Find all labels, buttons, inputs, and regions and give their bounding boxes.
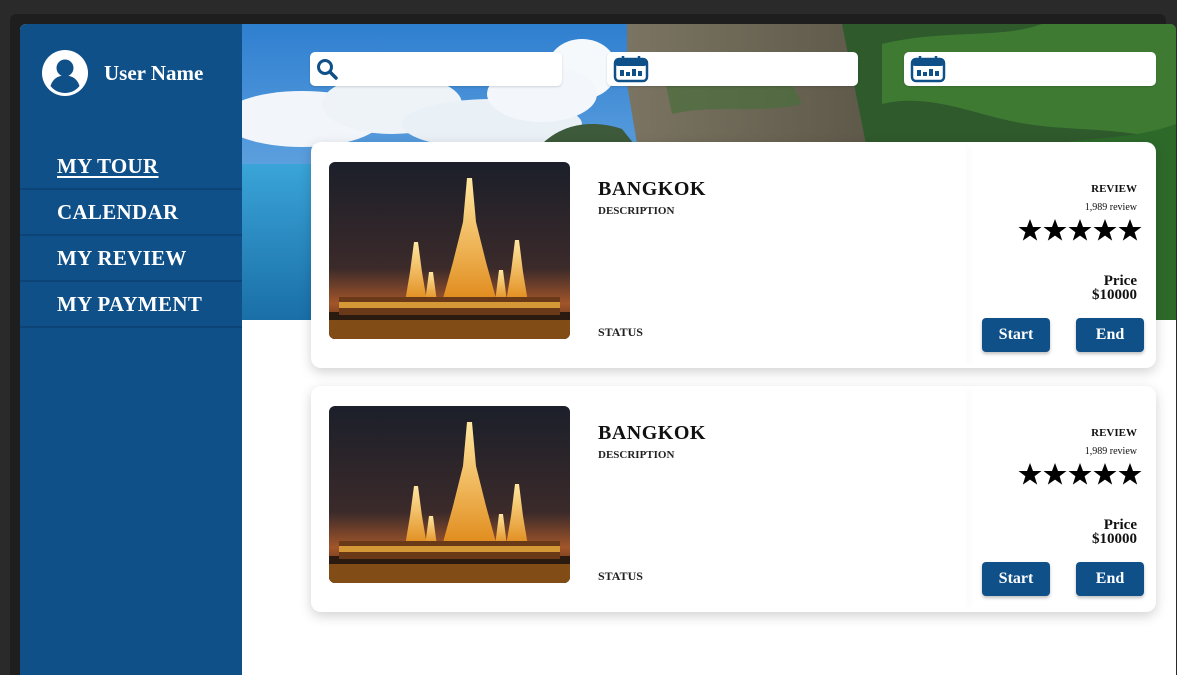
start-date-input[interactable] bbox=[655, 53, 858, 85]
user-avatar-icon bbox=[42, 50, 88, 96]
star-icon bbox=[1118, 463, 1142, 485]
search-field[interactable] bbox=[310, 52, 562, 86]
sidebar-item-my-review[interactable]: MY REVIEW bbox=[20, 236, 242, 282]
sidebar: User Name MY TOUR CALENDAR MY REVIEW MY … bbox=[20, 24, 242, 675]
price-value: $10000 bbox=[1092, 287, 1137, 303]
sidebar-item-label: CALENDAR bbox=[57, 200, 179, 224]
tour-title: BANGKOK bbox=[598, 422, 706, 444]
price-value: $10000 bbox=[1092, 531, 1137, 547]
review-label: REVIEW bbox=[1091, 183, 1137, 195]
end-button[interactable]: End bbox=[1076, 318, 1144, 352]
end-button[interactable]: End bbox=[1076, 562, 1144, 596]
sidebar-item-my-payment[interactable]: MY PAYMENT bbox=[20, 282, 242, 328]
tour-description: DESCRIPTION bbox=[598, 449, 675, 461]
calendar-icon[interactable] bbox=[613, 55, 649, 83]
star-icon bbox=[1043, 219, 1067, 241]
end-date-input[interactable] bbox=[952, 53, 1156, 85]
user-name: User Name bbox=[104, 60, 204, 85]
tour-status: STATUS bbox=[598, 569, 643, 583]
sidebar-item-calendar[interactable]: CALENDAR bbox=[20, 190, 242, 236]
tour-photo bbox=[329, 406, 570, 583]
star-icon bbox=[1118, 219, 1142, 241]
start-button[interactable]: Start bbox=[982, 562, 1050, 596]
calendar-icon[interactable] bbox=[910, 55, 946, 83]
start-button[interactable]: Start bbox=[982, 318, 1050, 352]
sidebar-item-label: MY REVIEW bbox=[57, 246, 187, 270]
tour-photo bbox=[329, 162, 570, 339]
app-window: User Name MY TOUR CALENDAR MY REVIEW MY … bbox=[20, 24, 1176, 675]
tour-description: DESCRIPTION bbox=[598, 205, 675, 217]
user-profile[interactable]: User Name bbox=[42, 50, 203, 96]
search-input[interactable] bbox=[344, 53, 562, 85]
star-icon bbox=[1093, 463, 1117, 485]
star-icon bbox=[1018, 463, 1042, 485]
star-icon bbox=[1068, 219, 1092, 241]
card-divider bbox=[965, 146, 966, 364]
star-icon bbox=[1093, 219, 1117, 241]
card-divider bbox=[965, 390, 966, 608]
sidebar-item-label: MY TOUR bbox=[57, 154, 159, 178]
tour-status: STATUS bbox=[598, 325, 643, 339]
star-rating bbox=[1018, 218, 1142, 242]
review-count[interactable]: 1,989 review bbox=[1085, 446, 1137, 457]
tour-card[interactable]: BANGKOK DESCRIPTION STATUS REVIEW 1,989 … bbox=[311, 386, 1156, 612]
sidebar-item-my-tour[interactable]: MY TOUR bbox=[20, 144, 242, 190]
sidebar-item-label: MY PAYMENT bbox=[57, 292, 203, 316]
star-icon bbox=[1043, 463, 1067, 485]
star-icon bbox=[1018, 219, 1042, 241]
tour-title: BANGKOK bbox=[598, 178, 706, 200]
star-icon bbox=[1068, 463, 1092, 485]
end-date-field[interactable] bbox=[904, 52, 1156, 86]
star-rating bbox=[1018, 462, 1142, 486]
tour-card[interactable]: BANGKOK DESCRIPTION STATUS REVIEW 1,989 … bbox=[311, 142, 1156, 368]
review-label: REVIEW bbox=[1091, 427, 1137, 439]
start-date-field[interactable] bbox=[607, 52, 858, 86]
sidebar-nav: MY TOUR CALENDAR MY REVIEW MY PAYMENT bbox=[20, 144, 242, 328]
review-count[interactable]: 1,989 review bbox=[1085, 202, 1137, 213]
search-icon bbox=[316, 58, 338, 80]
